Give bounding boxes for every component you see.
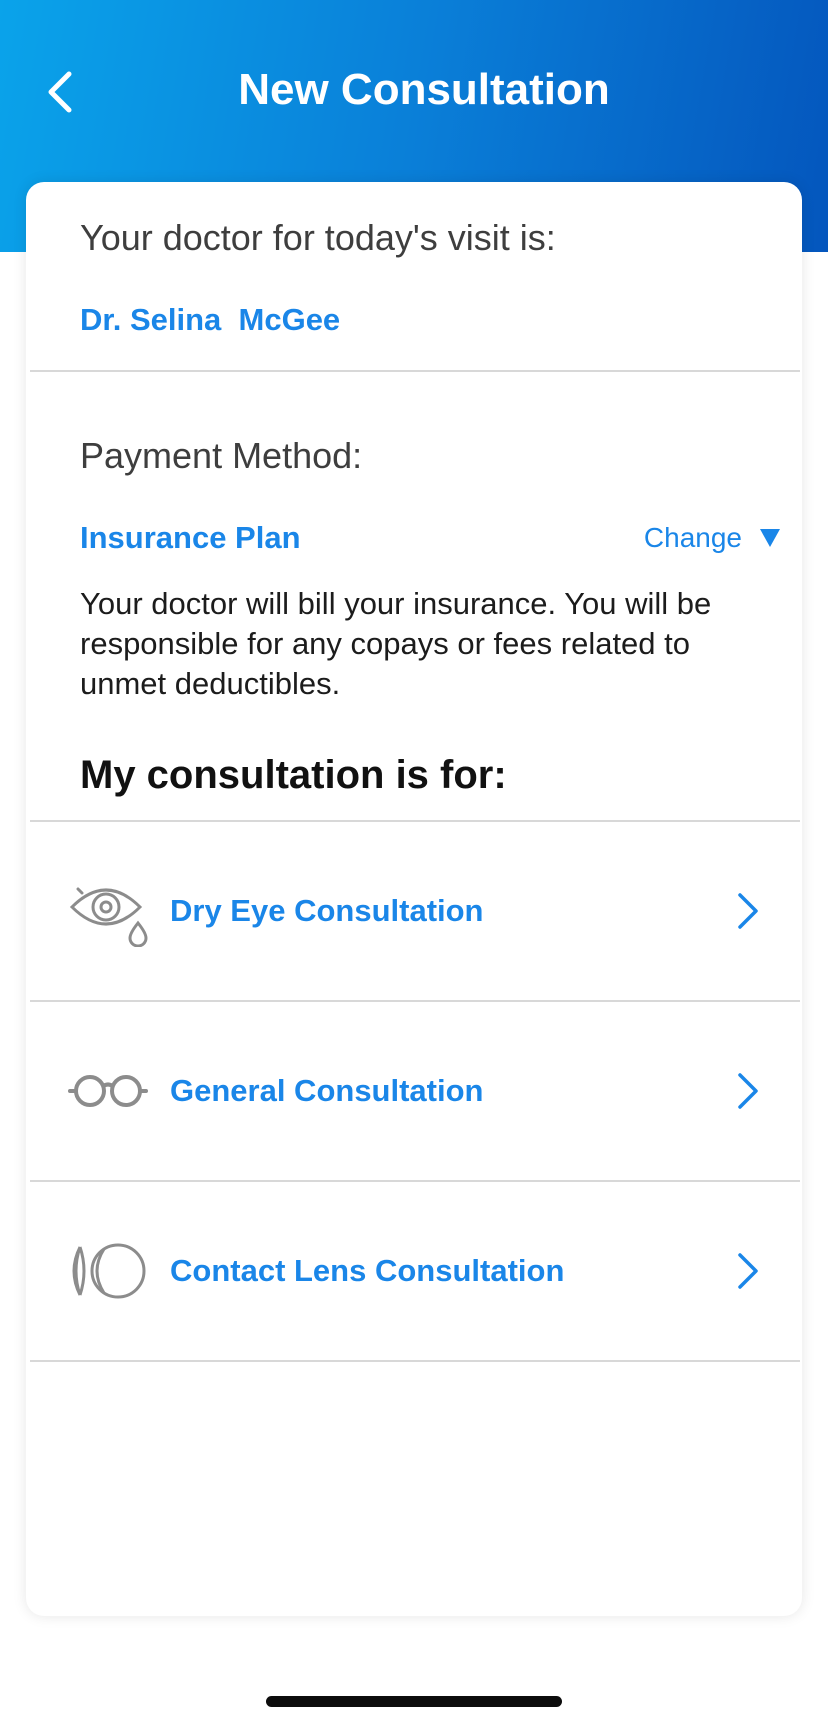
option-general-consultation[interactable]: General Consultation xyxy=(26,1002,802,1180)
option-label: Contact Lens Consultation xyxy=(170,1253,565,1288)
payment-method-heading: Payment Method: xyxy=(80,435,363,476)
option-label: General Consultation xyxy=(170,1073,484,1108)
doctor-name: Dr. Selina McGee xyxy=(80,302,341,337)
chevron-right-icon xyxy=(738,1253,758,1289)
consultation-heading: My consultation is for: xyxy=(80,753,507,797)
consultation-card: Your doctor for today's visit is: Dr. Se… xyxy=(26,182,802,1616)
doctor-heading: Your doctor for today's visit is: xyxy=(80,217,556,258)
divider xyxy=(30,1360,800,1362)
contact-lens-icon xyxy=(72,1243,146,1299)
chevron-right-icon xyxy=(738,893,758,929)
dry-eye-icon xyxy=(69,887,148,947)
eyeglasses-icon xyxy=(68,1075,148,1107)
option-dry-eye-consultation[interactable]: Dry Eye Consultation xyxy=(26,822,802,1000)
payment-description: Your doctor will bill your insurance. Yo… xyxy=(80,586,712,701)
divider xyxy=(30,370,800,372)
change-payment-button[interactable]: Change xyxy=(644,518,780,558)
home-indicator[interactable] xyxy=(266,1696,562,1707)
page-title: New Consultation xyxy=(238,65,610,114)
chevron-right-icon xyxy=(738,1073,758,1109)
change-label: Change xyxy=(643,522,742,553)
caret-down-icon xyxy=(760,529,780,547)
payment-plan-label: Insurance Plan xyxy=(80,520,301,555)
option-contact-lens-consultation[interactable]: Contact Lens Consultation xyxy=(26,1182,802,1360)
option-label: Dry Eye Consultation xyxy=(170,893,484,928)
